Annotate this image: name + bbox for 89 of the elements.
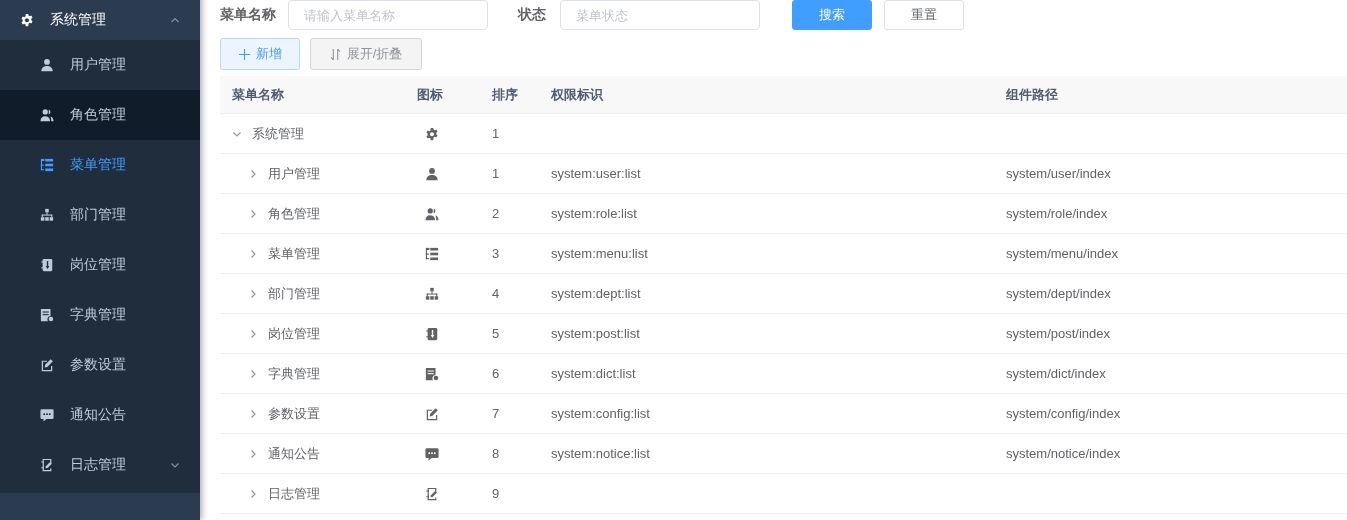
- table-cell: system/config/index: [1006, 406, 1121, 421]
- user-icon: [40, 58, 54, 72]
- table-cell: 6: [492, 366, 500, 381]
- menu-item[interactable]: 菜单管理: [0, 140, 200, 190]
- table-cell: 1: [492, 166, 500, 181]
- chevron-right-icon[interactable]: [248, 368, 258, 379]
- chevron-right-icon[interactable]: [248, 248, 258, 259]
- chevron-right-icon[interactable]: [248, 408, 258, 419]
- badge-icon: [425, 326, 439, 341]
- users-icon: [40, 108, 54, 122]
- menu-item[interactable]: 字典管理: [0, 290, 200, 340]
- user-icon: [425, 166, 439, 181]
- badge-icon: [40, 258, 54, 272]
- column-header: 权限标识: [550, 85, 604, 104]
- table-cell: system:dept:list: [551, 286, 641, 301]
- column-header: 组件路径: [1005, 85, 1059, 104]
- gear-icon: [20, 13, 34, 27]
- table-cell: 通知公告: [268, 444, 320, 463]
- edit-log-icon: [40, 458, 54, 472]
- table-cell: 字典管理: [268, 364, 320, 383]
- table-cell: 9: [492, 486, 500, 501]
- table-cell: system:notice:list: [551, 446, 650, 461]
- document-gear-icon: [40, 308, 54, 322]
- edit-icon: [40, 358, 54, 372]
- menu-item[interactable]: 部门管理: [0, 190, 200, 240]
- chevron-right-icon[interactable]: [248, 448, 258, 459]
- table-cell: system/user/index: [1006, 166, 1111, 181]
- chevron-up-icon[interactable]: [170, 15, 180, 25]
- table-cell: 5: [492, 326, 500, 341]
- column-header: 菜单名称: [231, 85, 285, 104]
- table-cell: system/menu/index: [1006, 246, 1118, 261]
- org-chart-icon: [425, 286, 439, 301]
- chevron-right-icon[interactable]: [248, 168, 258, 179]
- chevron-right-icon[interactable]: [248, 288, 258, 299]
- table-cell: 2: [492, 206, 500, 221]
- menu-item[interactable]: 用户管理: [0, 40, 200, 90]
- table-cell: system:user:list: [551, 166, 641, 181]
- menu-group[interactable]: 系统管理: [0, 0, 200, 40]
- table-cell: system:dict:list: [551, 366, 636, 381]
- chevron-right-icon[interactable]: [248, 488, 258, 499]
- menu-item[interactable]: 岗位管理: [0, 240, 200, 290]
- column-header: 图标: [416, 85, 444, 104]
- chevron-right-icon[interactable]: [248, 328, 258, 339]
- table-cell: system:menu:list: [551, 246, 648, 261]
- chevron-down-icon[interactable]: [170, 460, 180, 470]
- table-cell: 菜单管理: [268, 244, 320, 263]
- org-chart-icon: [40, 208, 54, 222]
- table-cell: 4: [492, 286, 500, 301]
- menu-item[interactable]: 角色管理: [0, 90, 200, 140]
- menu-name-field[interactable]: 请输入菜单名称: [288, 0, 488, 30]
- table-cell: system/post/index: [1006, 326, 1111, 341]
- menu-item[interactable]: 通知公告: [0, 390, 200, 440]
- edit-icon: [425, 406, 439, 421]
- table-cell: 8: [492, 446, 500, 461]
- reset-button[interactable]: 重置: [884, 0, 964, 30]
- table-cell: system/dict/index: [1006, 366, 1106, 381]
- field-label: 菜单名称: [220, 6, 277, 24]
- document-gear-icon: [425, 366, 439, 381]
- message-icon: [425, 446, 439, 461]
- table-cell: 岗位管理: [268, 324, 320, 343]
- users-icon: [425, 206, 439, 221]
- tree-list-icon: [425, 246, 439, 261]
- table-cell: system:role:list: [551, 206, 637, 221]
- chevron-right-icon[interactable]: [248, 208, 258, 219]
- status-select[interactable]: 菜单状态: [560, 0, 760, 30]
- table-cell: 参数设置: [268, 404, 320, 423]
- menu-item[interactable]: 参数设置: [0, 340, 200, 390]
- field-label: 状态: [518, 6, 547, 24]
- table-cell: 3: [492, 246, 500, 261]
- table-cell: system/dept/index: [1006, 286, 1111, 301]
- table-cell: 1: [492, 126, 500, 141]
- sort-arrows-icon: [329, 48, 341, 60]
- gear-icon: [425, 126, 439, 141]
- plus-icon: [238, 48, 250, 60]
- table-cell: 角色管理: [268, 204, 320, 223]
- table-cell: system:config:list: [551, 406, 650, 421]
- table-cell: 7: [492, 406, 500, 421]
- edit-log-icon: [425, 486, 439, 501]
- table-cell: system/role/index: [1006, 206, 1108, 221]
- table-cell: 日志管理: [268, 484, 320, 503]
- table-cell: 用户管理: [268, 164, 320, 183]
- table-cell: system:post:list: [551, 326, 640, 341]
- table-cell: 部门管理: [268, 284, 320, 303]
- message-icon: [40, 408, 54, 422]
- menu-item[interactable]: 日志管理: [0, 440, 200, 490]
- column-header: 排序: [491, 85, 519, 104]
- table-cell: system/notice/index: [1006, 446, 1121, 461]
- tree-list-icon: [40, 158, 54, 172]
- table-cell: 系统管理: [252, 124, 304, 143]
